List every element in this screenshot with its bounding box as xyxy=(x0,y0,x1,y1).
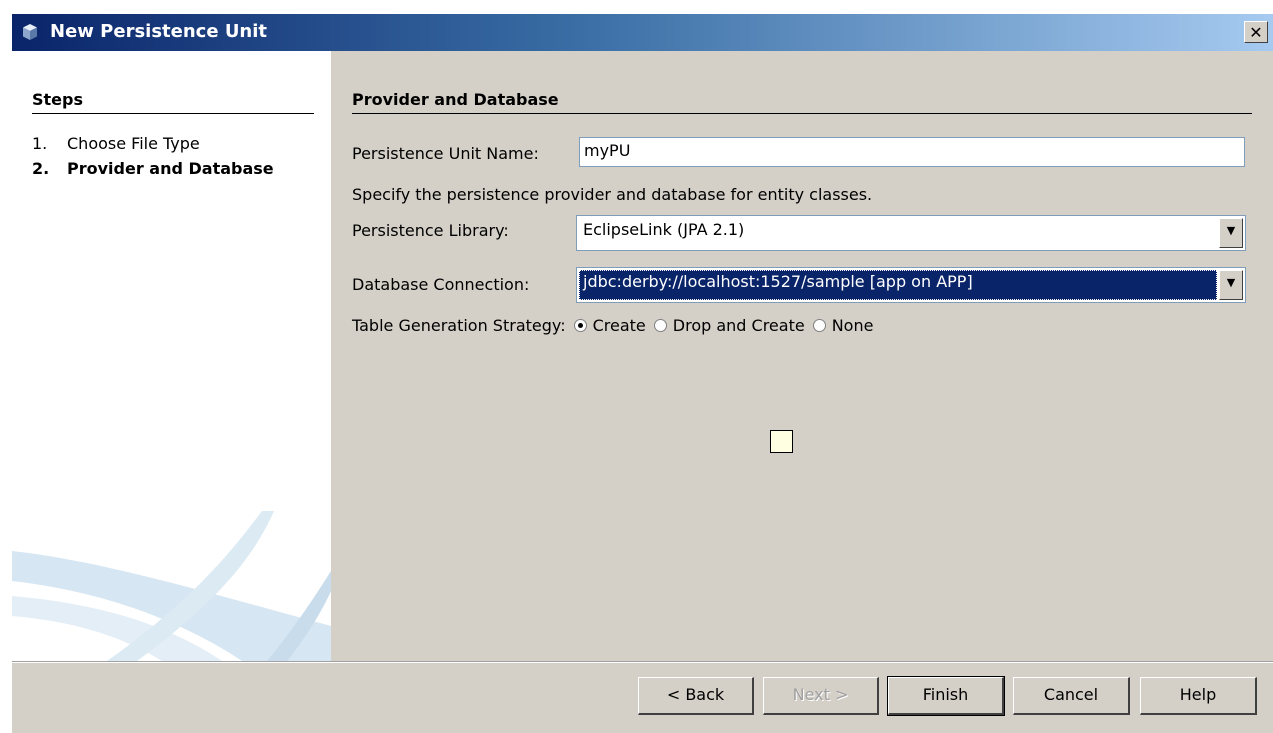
radio-label: Create xyxy=(592,316,646,335)
radio-label: None xyxy=(831,316,874,335)
radio-checked-icon[interactable] xyxy=(573,319,587,332)
radio-icon[interactable] xyxy=(812,319,826,332)
dialog-title: New Persistence Unit xyxy=(50,21,268,42)
step-number: 2. xyxy=(32,159,50,178)
steps-panel: Steps 1. Choose File Type 2. Provider and … xyxy=(12,51,331,661)
table-generation-strategy: Table Generation Strategy: Create Drop a… xyxy=(352,316,873,335)
radio-icon[interactable] xyxy=(653,319,667,332)
strategy-label: Table Generation Strategy: xyxy=(352,316,566,335)
help-button[interactable]: Help xyxy=(1140,677,1257,715)
decorative-swoosh-graphic xyxy=(12,511,331,661)
library-value: EclipseLink (JPA 2.1) xyxy=(583,220,745,239)
step-choose-file-type: 1. Choose File Type xyxy=(32,134,200,153)
chevron-down-icon[interactable]: ▼ xyxy=(1219,218,1243,248)
radio-drop-and-create[interactable]: Drop and Create xyxy=(653,316,805,335)
library-select[interactable]: EclipseLink (JPA 2.1) ▼ xyxy=(576,215,1246,251)
panel-heading: Provider and Database xyxy=(352,90,1252,114)
description-text: Specify the persistence provider and dat… xyxy=(352,185,873,204)
footer-divider xyxy=(12,661,1273,663)
chevron-down-icon[interactable]: ▼ xyxy=(1219,270,1243,300)
radio-label: Drop and Create xyxy=(672,316,805,335)
step-label: Choose File Type xyxy=(67,134,200,153)
connection-select[interactable]: jdbc:derby://localhost:1527/sample [app … xyxy=(576,267,1246,303)
cube-icon xyxy=(23,24,37,40)
provider-database-panel: Provider and Database Persistence Unit N… xyxy=(331,51,1273,661)
title-bar[interactable]: New Persistence Unit ✕ xyxy=(12,14,1273,51)
library-label: Persistence Library: xyxy=(352,221,509,240)
connection-label: Database Connection: xyxy=(352,275,530,294)
step-number: 1. xyxy=(32,134,48,153)
cancel-button[interactable]: Cancel xyxy=(1013,677,1130,715)
radio-none[interactable]: None xyxy=(812,316,874,335)
next-button[interactable]: Next > xyxy=(763,677,879,715)
unit-name-input[interactable]: myPU xyxy=(579,137,1245,167)
unit-name-label: Persistence Unit Name: xyxy=(352,144,539,163)
new-persistence-unit-dialog: New Persistence Unit ✕ Steps 1. Choose Fi… xyxy=(12,14,1273,733)
radio-create[interactable]: Create xyxy=(573,316,646,335)
close-button[interactable]: ✕ xyxy=(1244,21,1268,43)
steps-heading: Steps xyxy=(32,90,314,114)
finish-button[interactable]: Finish xyxy=(887,676,1005,716)
empty-placeholder-box xyxy=(770,430,793,453)
step-label: Provider and Database xyxy=(67,159,274,178)
back-button[interactable]: < Back xyxy=(638,677,754,715)
step-provider-and-database: 2. Provider and Database xyxy=(32,159,274,178)
connection-value: jdbc:derby://localhost:1527/sample [app … xyxy=(579,270,1217,300)
